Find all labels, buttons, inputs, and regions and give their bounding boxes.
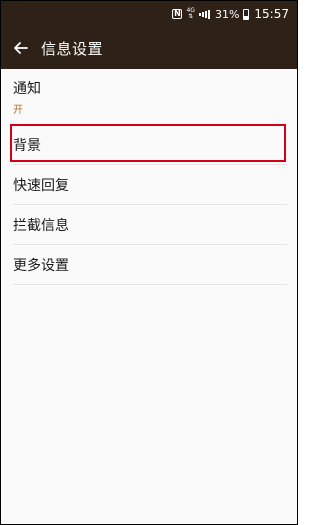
settings-item-label: 背景	[13, 137, 41, 154]
nfc-icon: N	[172, 9, 183, 19]
phone-screen: N 4G ⇅ 31% 15:57 信息设置 通知 开 背景 快速回复 拦截信息 …	[0, 0, 298, 525]
arrow-left-icon	[14, 42, 28, 54]
battery-percent: 31%	[214, 7, 240, 21]
settings-item-label: 通知	[13, 80, 41, 97]
data-arrows-icon: ⇅	[188, 13, 194, 20]
signal-icon	[198, 9, 211, 19]
settings-item-label: 快速回复	[13, 177, 69, 194]
settings-list: 通知 开 背景 快速回复 拦截信息 更多设置	[1, 69, 297, 285]
settings-item-quick-reply[interactable]: 快速回复	[13, 165, 287, 205]
app-bar: 信息设置	[1, 27, 297, 69]
settings-item-value: 开	[13, 104, 23, 116]
status-bar: N 4G ⇅ 31% 15:57	[1, 1, 297, 27]
settings-item-block-messages[interactable]: 拦截信息	[13, 205, 287, 245]
settings-item-label: 更多设置	[13, 257, 69, 274]
page-title: 信息设置	[41, 39, 104, 58]
settings-item-label: 拦截信息	[13, 217, 69, 234]
network-type-icon: 4G ⇅	[186, 8, 194, 20]
battery-icon	[243, 8, 250, 20]
settings-item-background[interactable]: 背景	[13, 125, 287, 165]
clock: 15:57	[254, 7, 289, 21]
back-button[interactable]	[1, 27, 41, 69]
settings-item-more-settings[interactable]: 更多设置	[13, 245, 287, 285]
settings-item-notifications[interactable]: 通知 开	[13, 69, 287, 125]
